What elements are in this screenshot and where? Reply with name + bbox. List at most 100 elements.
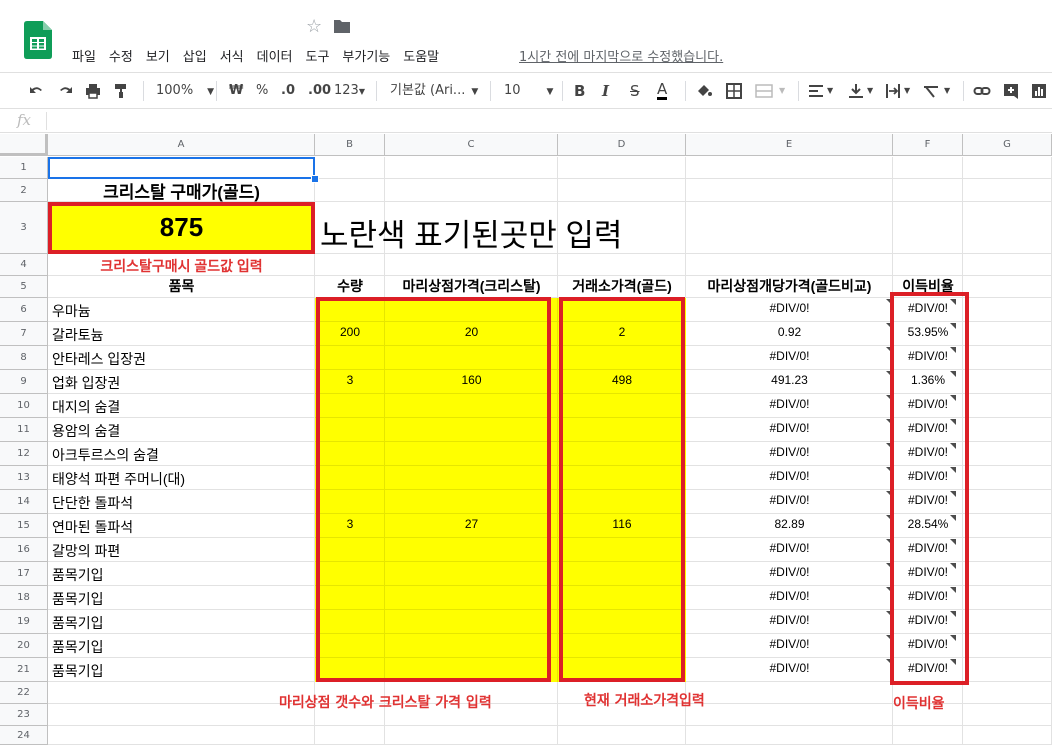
item-name-cell[interactable]: 갈라토늄 [52, 325, 315, 345]
bold-button[interactable]: B [574, 82, 585, 100]
merge-cells-icon[interactable] [755, 82, 773, 100]
row-header-8[interactable]: 8 [0, 346, 48, 370]
folder-icon[interactable] [334, 19, 350, 33]
row-header-19[interactable]: 19 [0, 610, 48, 634]
row-header-1[interactable]: 1 [0, 157, 48, 179]
row-header-3[interactable]: 3 [0, 202, 48, 254]
fill-handle[interactable] [311, 175, 319, 183]
item-unit-cell[interactable]: #DIV/0! [686, 493, 893, 507]
column-header-e[interactable]: E [686, 134, 893, 156]
row-header-9[interactable]: 9 [0, 370, 48, 394]
column-header-g[interactable]: G [963, 134, 1052, 156]
item-unit-cell[interactable]: #DIV/0! [686, 613, 893, 627]
item-unit-cell[interactable]: #DIV/0! [686, 301, 893, 315]
row-header-23[interactable]: 23 [0, 704, 48, 726]
menu-edit[interactable]: 수정 [109, 46, 133, 66]
text-color-button[interactable]: A [657, 82, 668, 100]
item-unit-cell[interactable]: #DIV/0! [686, 589, 893, 603]
more-formats-button[interactable]: 123▼ [334, 82, 365, 101]
selected-cell-a1[interactable] [48, 157, 315, 179]
last-edit-link[interactable]: 1시간 전에 마지막으로 수정했습니다. [519, 46, 723, 65]
row-header-5[interactable]: 5 [0, 276, 48, 298]
font-select[interactable]: 기본값 (Ari... ▼ [390, 82, 478, 101]
print-icon[interactable] [84, 82, 102, 100]
valign-bottom-icon[interactable] [847, 82, 865, 100]
paint-format-icon[interactable] [112, 82, 130, 100]
row-header-13[interactable]: 13 [0, 466, 48, 490]
item-name-cell[interactable]: 품목기입 [52, 613, 315, 633]
star-icon[interactable]: ☆ [306, 18, 322, 36]
undo-icon[interactable] [28, 82, 46, 100]
row-header-22[interactable]: 22 [0, 682, 48, 704]
item-unit-cell[interactable]: #DIV/0! [686, 349, 893, 363]
font-size-select[interactable]: 10 ▼ [504, 82, 553, 101]
header-unit-price[interactable]: 마리상점개당가격(골드비교) [686, 276, 893, 296]
sheets-logo-icon[interactable] [24, 21, 52, 59]
row-header-12[interactable]: 12 [0, 442, 48, 466]
item-name-cell[interactable]: 품목기입 [52, 661, 315, 681]
item-name-cell[interactable]: 용암의 숨결 [52, 421, 315, 441]
header-qty[interactable]: 수량 [315, 276, 385, 296]
row-header-24[interactable]: 24 [0, 726, 48, 745]
item-name-cell[interactable]: 품목기입 [52, 565, 315, 585]
item-unit-cell[interactable]: #DIV/0! [686, 637, 893, 651]
italic-button[interactable]: I [602, 82, 609, 100]
item-name-cell[interactable]: 업화 입장권 [52, 373, 315, 393]
item-name-cell[interactable]: 품목기입 [52, 589, 315, 609]
row-header-16[interactable]: 16 [0, 538, 48, 562]
item-unit-cell[interactable]: #DIV/0! [686, 661, 893, 675]
item-unit-cell[interactable]: #DIV/0! [686, 541, 893, 555]
item-name-cell[interactable]: 아크투르스의 숨결 [52, 445, 315, 465]
menu-view[interactable]: 보기 [146, 46, 170, 66]
column-header-d[interactable]: D [558, 134, 686, 156]
select-all-corner[interactable] [0, 134, 48, 156]
row-header-14[interactable]: 14 [0, 490, 48, 514]
row-header-11[interactable]: 11 [0, 418, 48, 442]
menu-help[interactable]: 도움말 [403, 46, 439, 66]
menu-insert[interactable]: 삽입 [183, 46, 207, 66]
row-header-17[interactable]: 17 [0, 562, 48, 586]
text-rotation-icon[interactable] [922, 82, 940, 100]
decrease-decimal-button[interactable]: .0 [281, 82, 295, 100]
item-name-cell[interactable]: 품목기입 [52, 637, 315, 657]
align-left-icon[interactable] [807, 82, 825, 100]
menu-data[interactable]: 데이터 [257, 46, 293, 66]
item-unit-cell[interactable]: #DIV/0! [686, 421, 893, 435]
fill-color-icon[interactable] [695, 82, 713, 100]
text-wrap-icon[interactable] [884, 82, 902, 100]
item-unit-cell[interactable]: 0.92 [686, 325, 893, 339]
increase-decimal-button[interactable]: .00 [308, 82, 331, 100]
item-unit-cell[interactable]: 82.89 [686, 517, 893, 531]
item-unit-cell[interactable]: #DIV/0! [686, 445, 893, 459]
borders-icon[interactable] [725, 82, 743, 100]
row-header-15[interactable]: 15 [0, 514, 48, 538]
column-header-f[interactable]: F [893, 134, 963, 156]
insert-comment-icon[interactable] [1002, 82, 1020, 100]
title-cell[interactable]: 크리스탈 구매가(골드) [48, 178, 315, 203]
menu-file[interactable]: 파일 [72, 46, 96, 66]
redo-icon[interactable] [56, 82, 74, 100]
column-header-b[interactable]: B [315, 134, 385, 156]
menu-tools[interactable]: 도구 [306, 46, 330, 66]
row-header-2[interactable]: 2 [0, 179, 48, 202]
item-unit-cell[interactable]: #DIV/0! [686, 397, 893, 411]
column-header-a[interactable]: A [48, 134, 315, 156]
column-header-c[interactable]: C [385, 134, 558, 156]
row-header-7[interactable]: 7 [0, 322, 48, 346]
item-unit-cell[interactable]: 491.23 [686, 373, 893, 387]
item-name-cell[interactable]: 안타레스 입장권 [52, 349, 315, 369]
gold-note-cell[interactable]: 크리스탈구매시 골드값 입력 [48, 256, 315, 276]
row-header-4[interactable]: 4 [0, 254, 48, 276]
currency-button[interactable]: ₩ [229, 82, 243, 100]
menu-addons[interactable]: 부가기능 [342, 46, 390, 66]
header-market-price[interactable]: 거래소가격(골드) [558, 276, 686, 296]
row-header-18[interactable]: 18 [0, 586, 48, 610]
item-unit-cell[interactable]: #DIV/0! [686, 565, 893, 579]
header-shop-price[interactable]: 마리상점가격(크리스탈) [385, 276, 558, 296]
header-item[interactable]: 품목 [48, 276, 315, 296]
strikethrough-button[interactable]: S [630, 82, 640, 100]
item-unit-cell[interactable]: #DIV/0! [686, 469, 893, 483]
insert-chart-icon[interactable] [1030, 82, 1048, 100]
item-name-cell[interactable]: 연마된 돌파석 [52, 517, 315, 537]
menu-format[interactable]: 서식 [220, 46, 244, 66]
